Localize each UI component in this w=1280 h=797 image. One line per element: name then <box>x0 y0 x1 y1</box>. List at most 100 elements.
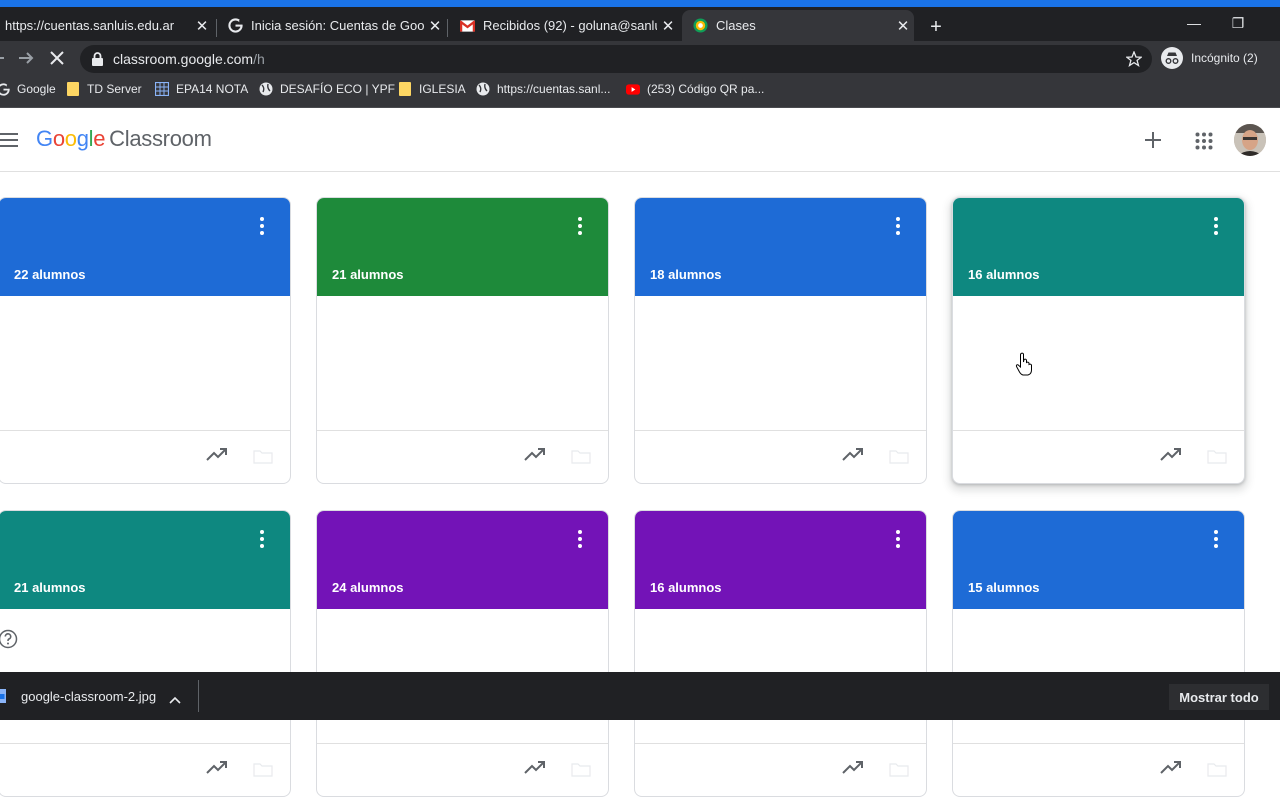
star-icon[interactable] <box>1124 50 1144 72</box>
folder-icon[interactable] <box>889 450 909 469</box>
download-filename: google-classroom-2.jpg <box>21 689 157 704</box>
tab-close-icon[interactable]: ✕ <box>657 17 679 35</box>
forward-arrow-icon[interactable] <box>18 50 34 71</box>
globe-icon <box>476 82 490 96</box>
tab-cuentas-sanluis[interactable]: https://cuentas.sanluis.edu.ar ✕ <box>0 10 213 41</box>
globe-icon <box>259 82 273 96</box>
incognito-label: Incógnito (2) <box>1191 51 1258 65</box>
more-options-icon[interactable] <box>888 214 908 238</box>
more-options-icon[interactable] <box>570 527 590 551</box>
student-count: 15 alumnos <box>968 580 1040 595</box>
class-card-footer <box>317 743 608 796</box>
class-card[interactable]: 16 alumnos <box>952 197 1245 484</box>
folder-icon[interactable] <box>571 763 591 782</box>
bookmark-youtube-qr[interactable]: (253) Código QR pa... <box>626 82 764 96</box>
class-card[interactable]: 15 alumnos <box>952 510 1245 797</box>
download-item[interactable]: google-classroom-2.jpg <box>0 672 198 720</box>
trending-up-icon[interactable] <box>842 760 864 779</box>
student-count: 16 alumnos <box>968 267 1040 282</box>
google-classroom-logo[interactable]: Google Classroom <box>36 126 212 152</box>
trending-up-icon[interactable] <box>1160 760 1182 779</box>
tab-clases[interactable]: Clases ✕ <box>682 10 914 41</box>
more-options-icon[interactable] <box>252 214 272 238</box>
logo-letter: o <box>64 126 77 151</box>
trending-up-icon[interactable] <box>842 447 864 466</box>
image-file-icon <box>0 689 6 708</box>
class-card-header[interactable]: 21 alumnos <box>317 198 608 296</box>
window-top-strip <box>0 0 1280 7</box>
bookmark-desafio-eco[interactable]: DESAFÍO ECO | YPF <box>259 82 395 96</box>
more-options-icon[interactable] <box>252 527 272 551</box>
more-options-icon[interactable] <box>888 527 908 551</box>
tab-close-icon[interactable]: ✕ <box>424 17 446 35</box>
folder-icon[interactable] <box>1207 450 1227 469</box>
trending-up-icon[interactable] <box>524 447 546 466</box>
folder-icon <box>398 82 412 96</box>
bookmark-iglesia[interactable]: IGLESIA <box>398 82 466 96</box>
class-card[interactable]: 22 alumnos <box>0 197 291 484</box>
youtube-icon <box>626 82 640 96</box>
tab-label: Recibidos (92) - goluna@sanluis.e <box>483 18 657 33</box>
tab-gmail-inbox[interactable]: Recibidos (92) - goluna@sanluis.e ✕ <box>449 10 679 41</box>
tab-google-signin[interactable]: Inicia sesión: Cuentas de Google ✕ <box>217 10 446 41</box>
folder-icon[interactable] <box>571 450 591 469</box>
stop-loading-icon[interactable] <box>50 51 64 70</box>
chevron-up-icon[interactable] <box>169 691 181 709</box>
folder-icon[interactable] <box>253 763 273 782</box>
account-avatar[interactable] <box>1234 124 1266 156</box>
trending-up-icon[interactable] <box>524 760 546 779</box>
student-count: 18 alumnos <box>650 267 722 282</box>
product-name: Classroom <box>109 126 212 151</box>
main-menu-icon[interactable] <box>0 133 18 152</box>
bookmark-epa14-nota[interactable]: EPA14 NOTA <box>155 82 248 96</box>
class-card[interactable]: 21 alumnos <box>316 197 609 484</box>
folder-icon[interactable] <box>253 450 273 469</box>
back-arrow-icon[interactable] <box>0 50 6 71</box>
more-options-icon[interactable] <box>1206 527 1226 551</box>
maximize-button[interactable]: ❐ <box>1228 15 1248 32</box>
tab-separator <box>447 19 448 37</box>
class-card[interactable]: 21 alumnos <box>0 510 291 797</box>
gmail-icon <box>459 18 475 34</box>
minimize-button[interactable]: — <box>1184 15 1204 31</box>
trending-up-icon[interactable] <box>206 447 228 466</box>
bookmark-label: IGLESIA <box>419 82 466 96</box>
class-card-header[interactable]: 24 alumnos <box>317 511 608 609</box>
class-card-header[interactable]: 15 alumnos <box>953 511 1244 609</box>
add-class-icon[interactable] <box>1143 130 1163 155</box>
url-host: classroom.google.com <box>113 51 254 67</box>
class-card[interactable]: 16 alumnos <box>634 510 927 797</box>
logo-letter: e <box>93 126 106 151</box>
class-card[interactable]: 24 alumnos <box>316 510 609 797</box>
folder-icon[interactable] <box>889 763 909 782</box>
class-card-footer <box>0 743 290 796</box>
bookmark-google[interactable]: Google <box>0 82 56 96</box>
more-options-icon[interactable] <box>1206 214 1226 238</box>
bookmark-label: (253) Código QR pa... <box>647 82 765 96</box>
bookmarks-bar: Google TD Server EPA14 NOTA DESAFÍO ECO … <box>0 75 1280 108</box>
class-card[interactable]: 18 alumnos <box>634 197 927 484</box>
incognito-profile-button[interactable]: Incógnito (2) <box>1161 47 1258 69</box>
new-tab-button[interactable]: + <box>926 17 946 37</box>
trending-up-icon[interactable] <box>1160 447 1182 466</box>
class-card-header[interactable]: 21 alumnos <box>0 511 290 609</box>
student-count: 22 alumnos <box>14 267 86 282</box>
more-options-icon[interactable] <box>570 214 590 238</box>
class-card-header[interactable]: 16 alumnos <box>635 511 926 609</box>
trending-up-icon[interactable] <box>206 760 228 779</box>
bookmark-label: DESAFÍO ECO | YPF <box>280 82 395 96</box>
apps-grid-icon[interactable] <box>1195 132 1213 155</box>
tab-close-icon[interactable]: ✕ <box>191 17 213 35</box>
show-all-downloads-button[interactable]: Mostrar todo <box>1169 684 1269 710</box>
folder-icon[interactable] <box>1207 763 1227 782</box>
class-card-header[interactable]: 18 alumnos <box>635 198 926 296</box>
address-bar[interactable]: classroom.google.com/h <box>80 45 1152 73</box>
bookmark-cuentas-sanluis[interactable]: https://cuentas.sanl... <box>476 82 610 96</box>
bookmark-td-server[interactable]: TD Server <box>66 82 142 96</box>
bookmark-label: https://cuentas.sanl... <box>497 82 611 96</box>
folder-icon <box>66 82 80 96</box>
tab-close-icon[interactable]: ✕ <box>892 17 914 35</box>
help-icon[interactable] <box>0 629 18 654</box>
class-card-header[interactable]: 16 alumnos <box>953 198 1244 296</box>
class-card-header[interactable]: 22 alumnos <box>0 198 290 296</box>
